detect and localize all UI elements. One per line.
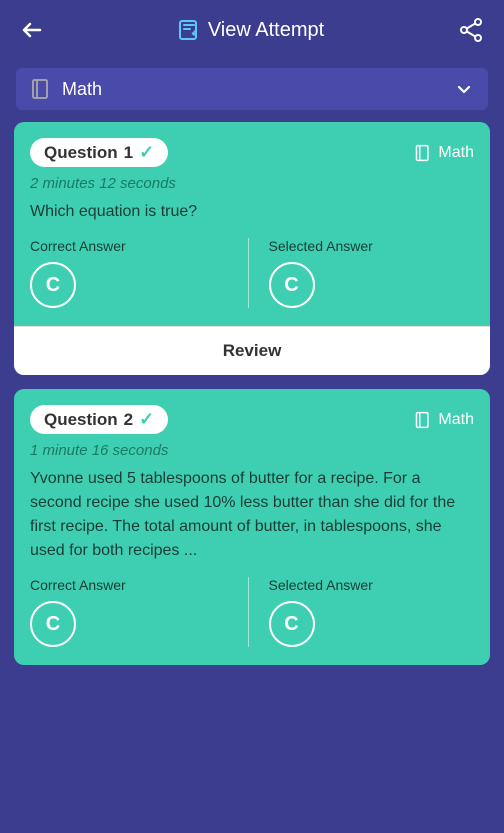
selected-answer-col-2: Selected Answer C	[249, 577, 475, 647]
selected-answer-label-2: Selected Answer	[269, 577, 475, 593]
back-button[interactable]	[16, 14, 48, 46]
question-body-2: Question 2 ✓ Math 1 minute 16 seconds Yv…	[14, 389, 490, 665]
question-badge-1: Question 1 ✓	[30, 138, 168, 167]
question-number-1: 1	[124, 143, 133, 163]
selected-answer-circle-1: C	[269, 262, 315, 308]
question-subject-2: Math	[438, 411, 474, 429]
question-text-2: Yvonne used 5 tablespoons of butter for …	[30, 467, 474, 563]
selected-answer-col-1: Selected Answer C	[249, 238, 475, 308]
question-text-1: Which equation is true?	[30, 200, 474, 224]
check-icon-1: ✓	[139, 142, 154, 163]
check-icon-2: ✓	[139, 409, 154, 430]
book-icon-q2	[414, 411, 432, 429]
question-prefix-1: Question	[44, 143, 118, 163]
answers-row-1: Correct Answer C Selected Answer C	[30, 238, 474, 308]
question-time-1: 2 minutes 12 seconds	[30, 175, 474, 192]
question-card-1: Question 1 ✓ Math 2 minutes 12 seconds W…	[14, 122, 490, 375]
question-number-2: 2	[124, 410, 133, 430]
share-button[interactable]	[454, 13, 488, 47]
chevron-down-icon	[454, 79, 474, 99]
view-attempt-title: View Attempt	[208, 19, 324, 42]
selected-answer-circle-2: C	[269, 601, 315, 647]
edit-icon	[178, 19, 200, 41]
subject-label: Math	[62, 79, 102, 100]
subject-selector-left: Math	[30, 78, 102, 100]
book-icon	[30, 78, 52, 100]
selected-answer-label-1: Selected Answer	[269, 238, 475, 254]
share-icon	[458, 17, 484, 43]
answers-row-2: Correct Answer C Selected Answer C	[30, 577, 474, 647]
book-icon-q1	[414, 144, 432, 162]
question-badge-2: Question 2 ✓	[30, 405, 168, 434]
question-subject-tag-1: Math	[414, 144, 474, 162]
questions-area: Question 1 ✓ Math 2 minutes 12 seconds W…	[0, 122, 504, 665]
header-title: View Attempt	[178, 19, 324, 42]
question-subject-1: Math	[438, 144, 474, 162]
header: View Attempt	[0, 0, 504, 60]
correct-answer-col-2: Correct Answer C	[30, 577, 249, 647]
correct-answer-label-1: Correct Answer	[30, 238, 236, 254]
correct-answer-circle-2: C	[30, 601, 76, 647]
question-header-2: Question 2 ✓ Math	[30, 405, 474, 434]
correct-answer-label-2: Correct Answer	[30, 577, 236, 593]
question-header-1: Question 1 ✓ Math	[30, 138, 474, 167]
question-subject-tag-2: Math	[414, 411, 474, 429]
review-button-1[interactable]: Review	[14, 326, 490, 375]
subject-selector[interactable]: Math	[16, 68, 488, 110]
correct-answer-circle-1: C	[30, 262, 76, 308]
question-card-2: Question 2 ✓ Math 1 minute 16 seconds Yv…	[14, 389, 490, 665]
question-prefix-2: Question	[44, 410, 118, 430]
question-time-2: 1 minute 16 seconds	[30, 442, 474, 459]
correct-answer-col-1: Correct Answer C	[30, 238, 249, 308]
question-body-1: Question 1 ✓ Math 2 minutes 12 seconds W…	[14, 122, 490, 326]
